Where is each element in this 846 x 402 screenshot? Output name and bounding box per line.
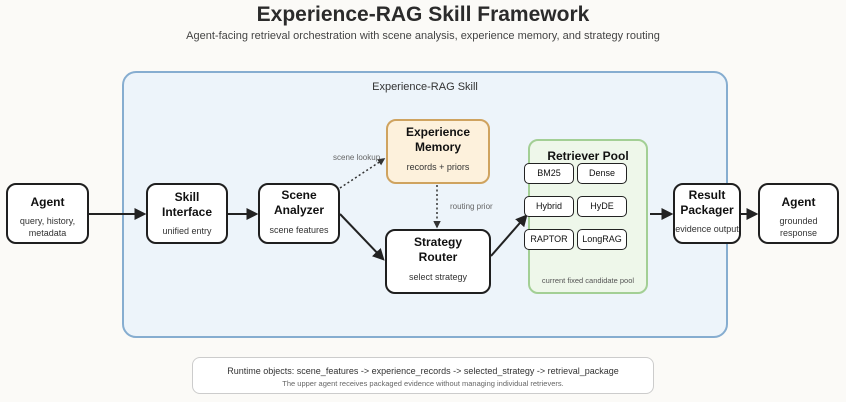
edge-label-routing-prior: routing prior <box>450 202 493 211</box>
scene-analyzer-node: Scene Analyzer scene features <box>258 183 340 244</box>
runtime-objects-note: The upper agent receives packaged eviden… <box>282 379 564 388</box>
result-packager-subtitle: evidence output <box>675 224 739 234</box>
skill-interface-node: Skill Interface unified entry <box>146 183 228 244</box>
agent-output-title: Agent <box>781 195 816 209</box>
strategy-router-node: Strategy Router select strategy <box>385 229 491 294</box>
skill-interface-title: Skill Interface <box>161 190 213 219</box>
diagram-subtitle: Agent-facing retrieval orchestration wit… <box>186 30 660 42</box>
retriever-pool-note: current fixed candidate pool <box>541 276 635 285</box>
retriever-chip-raptor: RAPTOR <box>524 229 574 250</box>
experience-memory-title: Experience Memory <box>405 125 471 154</box>
retriever-chip-dense: Dense <box>577 163 627 184</box>
diagram-title: Experience-RAG Skill Framework <box>256 3 590 26</box>
agent-output-node: Agent grounded response <box>758 183 839 244</box>
experience-memory-node: Experience Memory records + priors <box>386 119 490 184</box>
edge-label-scene-lookup: scene lookup <box>333 153 381 162</box>
scene-analyzer-title: Scene Analyzer <box>273 188 325 217</box>
result-packager-title: Result Packager <box>680 188 734 217</box>
agent-input-title: Agent <box>30 195 65 209</box>
retriever-chip-longrag: LongRAG <box>577 229 627 250</box>
agent-input-node: Agent query, history, metadata <box>6 183 89 244</box>
result-packager-node: Result Packager evidence output <box>673 183 741 244</box>
skill-frame-title: Experience-RAG Skill <box>372 81 478 93</box>
skill-interface-subtitle: unified entry <box>162 226 212 236</box>
scene-analyzer-subtitle: scene features <box>269 225 329 235</box>
strategy-router-subtitle: select strategy <box>408 272 468 282</box>
retriever-chip-hybrid: Hybrid <box>524 196 574 217</box>
runtime-objects-box: Runtime objects: scene_features -> exper… <box>192 357 654 394</box>
retriever-chip-bm25: BM25 <box>524 163 574 184</box>
agent-output-subtitle: grounded response <box>779 216 818 238</box>
runtime-objects-line: Runtime objects: scene_features -> exper… <box>227 366 619 376</box>
agent-input-subtitle: query, history, metadata <box>19 216 76 238</box>
strategy-router-title: Strategy Router <box>413 235 463 264</box>
experience-memory-subtitle: records + priors <box>406 162 470 172</box>
retriever-pool-title: Retriever Pool <box>547 149 629 163</box>
retriever-chip-hyde: HyDE <box>577 196 627 217</box>
